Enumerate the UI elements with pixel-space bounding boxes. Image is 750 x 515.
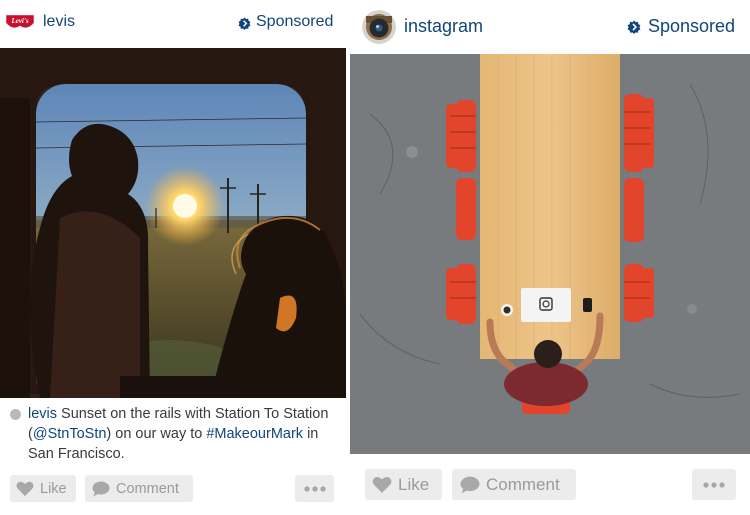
heart-icon: [372, 476, 392, 493]
like-button[interactable]: Like: [10, 475, 76, 502]
caption-avatar-dot: [10, 409, 21, 420]
comment-button[interactable]: Comment: [85, 475, 193, 502]
like-label: Like: [398, 474, 430, 494]
post-caption: levis Sunset on the rails with Station T…: [28, 404, 340, 464]
caption-hashtag-link[interactable]: #MakeourMark: [206, 426, 303, 442]
comment-button[interactable]: Comment: [452, 469, 576, 500]
more-options-button[interactable]: [295, 475, 334, 502]
caption-username-link[interactable]: levis: [28, 406, 57, 422]
username-link[interactable]: instagram: [404, 16, 483, 37]
more-options-button[interactable]: [692, 469, 736, 500]
sponsored-label[interactable]: Sponsored: [648, 16, 735, 37]
post-instagram: instagram Sponsored Like Comment: [350, 0, 750, 515]
comment-label: Comment: [116, 480, 179, 497]
comment-bubble-icon: [92, 481, 110, 496]
post-photo-sunset-train[interactable]: [0, 48, 346, 398]
post-header: instagram Sponsored: [350, 0, 750, 54]
levis-logo-icon[interactable]: Levi's: [5, 14, 35, 32]
post-actions: Like Comment: [350, 462, 750, 512]
svg-text:Levi's: Levi's: [10, 17, 28, 25]
comment-bubble-icon: [460, 476, 480, 493]
post-levis: Levi's levis Sponsored levis Sunset on t…: [0, 0, 346, 515]
post-actions: Like Comment: [0, 470, 346, 515]
comment-label: Comment: [486, 474, 560, 494]
sponsored-label[interactable]: Sponsored: [256, 13, 333, 31]
instagram-camera-icon[interactable]: [362, 10, 396, 44]
post-photo-table-overhead[interactable]: [350, 54, 750, 454]
more-dots-icon: [703, 481, 725, 488]
like-button[interactable]: Like: [365, 469, 442, 500]
feed-screenshot: Levi's levis Sponsored levis Sunset on t…: [0, 0, 750, 515]
post-header: Levi's levis Sponsored: [0, 0, 346, 48]
caption-mention-link[interactable]: @StnToStn: [33, 426, 107, 442]
more-dots-icon: [303, 485, 326, 492]
heart-icon: [16, 481, 34, 496]
sponsored-badge-icon: [238, 17, 251, 30]
sponsored-badge-icon: [627, 20, 641, 34]
username-link[interactable]: levis: [43, 13, 75, 31]
like-label: Like: [40, 480, 67, 497]
caption-text: ) on our way to: [106, 426, 207, 442]
